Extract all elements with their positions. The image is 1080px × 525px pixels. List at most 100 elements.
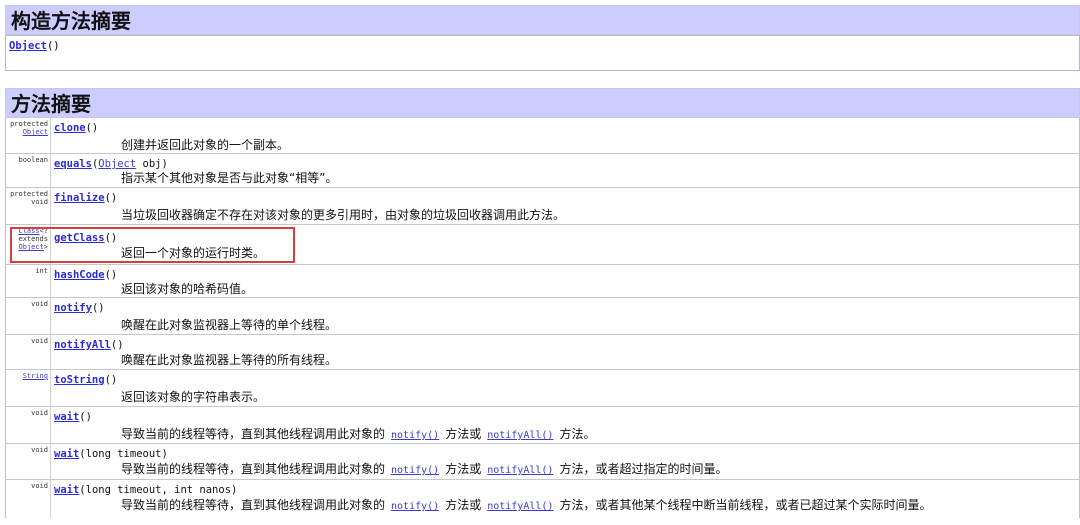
generic-close: >	[43, 243, 48, 251]
modifier-cell: int	[6, 265, 51, 297]
modifier-cell: void	[6, 480, 51, 518]
modifier-text: void	[31, 409, 48, 417]
method-description: 返回一个对象的运行时类。	[121, 246, 266, 260]
desc-text: 方法，或者其他某个线程中断当前线程，或者已超过某个实际时间量。	[559, 498, 932, 512]
method-description: 导致当前的线程等待，直到其他线程调用此对象的 notify() 方法或 notifyA…	[121, 496, 931, 513]
method-params: (long timeout, int nanos)	[79, 484, 238, 496]
desc-text: 方法或	[445, 462, 482, 476]
method-row-notifyall: void notifyAll() 唤醒在此对象监视器上等待的所有线程。	[6, 335, 1079, 370]
desc-text: 方法，或者超过指定的时间量。	[559, 462, 728, 476]
return-type-link[interactable]: Object	[23, 128, 48, 136]
return-type-link[interactable]: Class	[18, 227, 39, 235]
notifyall-link[interactable]: notifyAll()	[487, 501, 553, 512]
method-row-equals: boolean equals(Object obj) 指示某个其他对象是否与此对…	[6, 154, 1079, 188]
method-row-clone: protected Object clone() 创建并返回此对象的一个副本。	[6, 118, 1079, 154]
desc-text: 方法或	[445, 498, 482, 512]
method-signature: notifyAll()	[54, 339, 124, 351]
modifier-text: boolean	[18, 156, 48, 164]
method-signature: finalize()	[54, 192, 117, 204]
modifier-text: protected	[10, 190, 48, 198]
method-signature: wait(long timeout)	[54, 448, 168, 460]
method-params: ()	[91, 302, 105, 314]
method-row-wait-timeout: void wait(long timeout) 导致当前的线程等待，直到其他线程…	[6, 444, 1079, 480]
method-row-getclass: Class<? extends Object> getClass() 返回一个对…	[6, 225, 1079, 265]
method-signature: hashCode()	[54, 269, 117, 281]
method-description: 返回该对象的字符串表示。	[121, 390, 266, 404]
modifier-text: void	[31, 482, 48, 490]
method-signature: clone()	[54, 122, 98, 134]
modifier-cell: Class<? extends Object>	[6, 225, 51, 264]
method-params: ()	[104, 374, 118, 386]
method-description: 导致当前的线程等待，直到其他线程调用此对象的 notify() 方法或 notifyA…	[121, 425, 595, 442]
desc-text: 导致当前的线程等待，直到其他线程调用此对象的	[121, 427, 386, 441]
modifier-cell: protected void	[6, 188, 51, 224]
method-description: 指示某个其他对象是否与此对象“相等”。	[121, 171, 338, 185]
method-link-tostring[interactable]: toString	[54, 374, 105, 386]
method-link-finalize[interactable]: finalize	[54, 192, 105, 204]
constructor-params: ()	[46, 40, 60, 52]
method-description: 唤醒在此对象监视器上等待的所有线程。	[121, 353, 338, 367]
method-params: ()	[79, 411, 92, 423]
return-type-text: void	[31, 198, 48, 206]
method-link-equals[interactable]: equals	[54, 158, 92, 170]
constructor-summary-header: 构造方法摘要	[5, 5, 1080, 35]
method-row-wait-timeout-nanos: void wait(long timeout, int nanos) 导致当前的…	[6, 480, 1079, 518]
method-params: ()	[110, 339, 124, 351]
method-description: 唤醒在此对象监视器上等待的单个线程。	[121, 318, 338, 332]
method-signature: getClass()	[54, 232, 117, 244]
method-description: 创建并返回此对象的一个副本。	[121, 138, 290, 152]
method-link-wait[interactable]: wait	[54, 411, 79, 423]
notify-link[interactable]: notify()	[391, 430, 439, 441]
desc-text: 导致当前的线程等待，直到其他线程调用此对象的	[121, 462, 386, 476]
modifier-cell: String	[6, 370, 51, 406]
return-type-link[interactable]: String	[23, 372, 48, 380]
method-params: ()	[104, 192, 118, 204]
modifier-text: protected	[10, 120, 48, 128]
notify-link[interactable]: notify()	[391, 501, 439, 512]
method-signature: toString()	[54, 374, 117, 386]
method-description: 当垃圾回收器确定不存在对该对象的更多引用时，由对象的垃圾回收器调用此方法。	[121, 208, 566, 222]
constructor-summary-panel: Object()	[5, 35, 1080, 71]
desc-text: 方法或	[445, 427, 482, 441]
constructor-object-link[interactable]: Object	[9, 40, 47, 52]
method-link-getclass[interactable]: getClass	[54, 232, 105, 244]
method-summary-table: protected Object clone() 创建并返回此对象的一个副本。 …	[5, 118, 1080, 518]
method-row-tostring: String toString() 返回该对象的字符串表示。	[6, 370, 1079, 407]
modifier-text: void	[31, 446, 48, 454]
method-params: ()	[85, 122, 99, 134]
method-link-hashcode[interactable]: hashCode	[54, 269, 105, 281]
method-description: 返回该对象的哈希码值。	[121, 282, 254, 296]
modifier-text: void	[31, 300, 48, 308]
notifyall-link[interactable]: notifyAll()	[487, 430, 553, 441]
modifier-text: void	[31, 337, 48, 345]
method-description: 导致当前的线程等待，直到其他线程调用此对象的 notify() 方法或 notifyA…	[121, 460, 727, 477]
method-row-wait: void wait() 导致当前的线程等待，直到其他线程调用此对象的 notify…	[6, 407, 1079, 444]
modifier-text: extends	[18, 235, 48, 243]
notify-link[interactable]: notify()	[391, 465, 439, 476]
desc-text: 方法。	[559, 427, 596, 441]
method-params: (long timeout)	[79, 448, 168, 460]
method-link-wait[interactable]: wait	[54, 484, 79, 496]
method-link-notify[interactable]: notify	[54, 302, 92, 314]
constructor-entry: Object()	[9, 40, 60, 52]
method-signature: wait(long timeout, int nanos)	[54, 484, 237, 496]
generic-open: <?	[39, 227, 48, 235]
method-row-hashcode: int hashCode() 返回该对象的哈希码值。	[6, 265, 1079, 298]
modifier-cell: void	[6, 298, 51, 334]
modifier-cell: void	[6, 444, 51, 479]
method-link-clone[interactable]: clone	[54, 122, 86, 134]
generic-type-link[interactable]: Object	[18, 243, 43, 251]
method-link-notifyall[interactable]: notifyAll	[54, 339, 111, 351]
modifier-text: int	[35, 267, 48, 275]
desc-text: 导致当前的线程等待，直到其他线程调用此对象的	[121, 498, 386, 512]
method-summary-header: 方法摘要	[5, 88, 1080, 118]
modifier-cell: protected Object	[6, 118, 51, 153]
method-row-finalize: protected void finalize() 当垃圾回收器确定不存在对该对…	[6, 188, 1079, 225]
constructor-summary-title: 构造方法摘要	[11, 9, 131, 33]
modifier-cell: void	[6, 335, 51, 369]
notifyall-link[interactable]: notifyAll()	[487, 465, 553, 476]
method-link-wait[interactable]: wait	[54, 448, 79, 460]
method-params: ()	[104, 269, 118, 281]
method-params: ()	[104, 232, 118, 244]
method-signature: wait()	[54, 411, 92, 423]
